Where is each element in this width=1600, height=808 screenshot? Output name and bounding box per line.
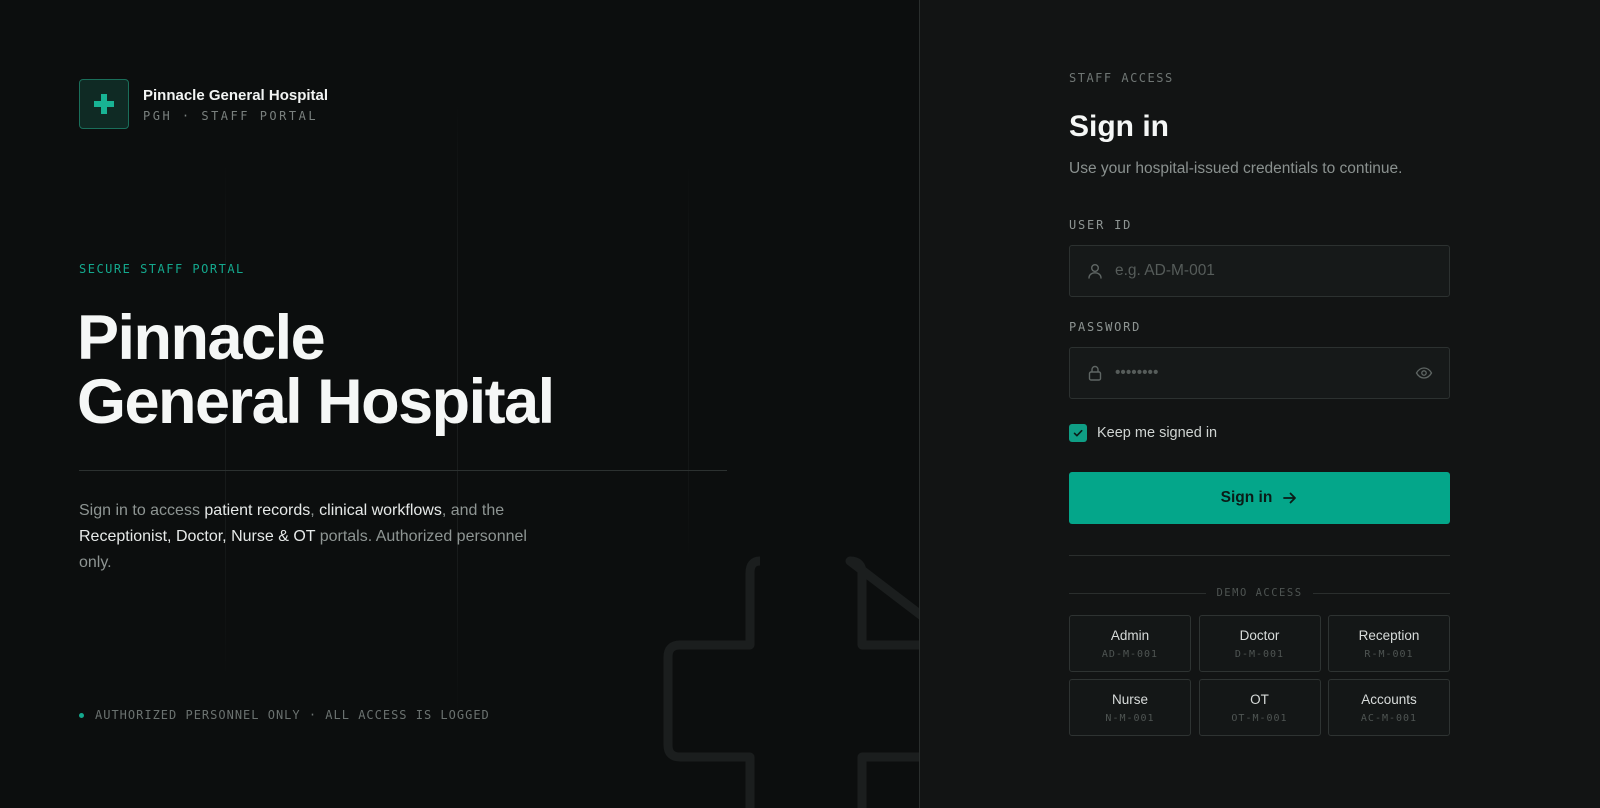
- keep-signed-in[interactable]: Keep me signed in: [1069, 424, 1217, 442]
- demo-account-accounts[interactable]: Accounts AC-M-001: [1328, 679, 1450, 736]
- hero-eyebrow: SECURE STAFF PORTAL: [79, 262, 245, 276]
- user-id-label: USER ID: [1069, 218, 1133, 232]
- demo-id: N-M-001: [1105, 712, 1155, 724]
- demo-role: Admin: [1110, 627, 1150, 643]
- signin-title: Sign in: [1069, 110, 1169, 143]
- demo-id: AD-M-001: [1101, 648, 1159, 660]
- signin-eyebrow: STAFF ACCESS: [1069, 71, 1174, 85]
- section-divider: [1069, 555, 1450, 556]
- keep-signed-in-label: Keep me signed in: [1097, 425, 1218, 441]
- demo-id: D-M-001: [1234, 648, 1285, 660]
- user-id-field[interactable]: [1069, 245, 1450, 297]
- demo-account-nurse[interactable]: Nurse N-M-001: [1069, 679, 1191, 736]
- demo-role: Nurse: [1111, 691, 1148, 707]
- medical-cross-icon: [79, 79, 129, 129]
- signin-panel: STAFF ACCESS Sign in Use your hospital-i…: [920, 0, 1600, 808]
- demo-accounts: Admin AD-M-001 Doctor D-M-001 Reception …: [1069, 615, 1450, 736]
- password-label: PASSWORD: [1069, 320, 1142, 334]
- demo-account-reception[interactable]: Reception R-M-001: [1328, 615, 1450, 672]
- demo-account-doctor[interactable]: Doctor D-M-001: [1198, 615, 1321, 672]
- user-id-input[interactable]: [1115, 246, 1415, 296]
- demo-role: Doctor: [1239, 627, 1280, 643]
- arrow-right-icon: [1282, 491, 1298, 505]
- demo-role: Accounts: [1361, 691, 1417, 707]
- password-field[interactable]: [1069, 347, 1450, 399]
- access-notice: AUTHORIZED PERSONNEL ONLY · ALL ACCESS I…: [79, 708, 490, 722]
- demo-id: R-M-001: [1364, 648, 1414, 660]
- demo-role: Reception: [1358, 627, 1420, 643]
- demo-account-admin[interactable]: Admin AD-M-001: [1069, 615, 1191, 672]
- sign-in-button-label: Sign in: [1220, 489, 1273, 506]
- demo-access-label: DEMO ACCESS: [1216, 587, 1303, 599]
- lock-icon: [1088, 365, 1102, 381]
- hero-title: Pinnacle General Hospital: [77, 303, 555, 437]
- demo-id: AC-M-001: [1360, 712, 1418, 724]
- hero-divider: [79, 470, 727, 471]
- demo-access-heading: DEMO ACCESS: [1069, 587, 1451, 599]
- demo-role: OT: [1250, 691, 1269, 707]
- demo-account-ot[interactable]: OT OT-M-001: [1198, 679, 1321, 736]
- access-notice-text: AUTHORIZED PERSONNEL ONLY · ALL ACCESS I…: [95, 708, 490, 722]
- signin-subtitle: Use your hospital-issued credentials to …: [1069, 160, 1403, 177]
- eye-icon[interactable]: [1415, 365, 1433, 381]
- brand-subtitle: PGH · STAFF PORTAL: [143, 108, 319, 123]
- demo-id: OT-M-001: [1231, 712, 1288, 724]
- brand: Pinnacle General Hospital PGH · STAFF PO…: [79, 79, 328, 129]
- background-cross-icon: [663, 556, 919, 808]
- hero-panel: Pinnacle General Hospital PGH · STAFF PO…: [0, 0, 919, 808]
- user-icon: [1088, 264, 1102, 279]
- keep-signed-in-checkbox[interactable]: [1069, 424, 1087, 442]
- status-dot-icon: [79, 712, 84, 718]
- hero-description: Sign in to access patient records, clini…: [79, 502, 527, 571]
- sign-in-button[interactable]: Sign in: [1069, 472, 1450, 524]
- checkmark-icon: [1073, 429, 1083, 437]
- hero-title-line: Pinnacle: [77, 303, 326, 373]
- hero-title-line: General Hospital: [77, 367, 555, 437]
- decorative-line: [688, 160, 689, 560]
- password-input[interactable]: [1115, 348, 1415, 398]
- brand-name: Pinnacle General Hospital: [143, 86, 329, 104]
